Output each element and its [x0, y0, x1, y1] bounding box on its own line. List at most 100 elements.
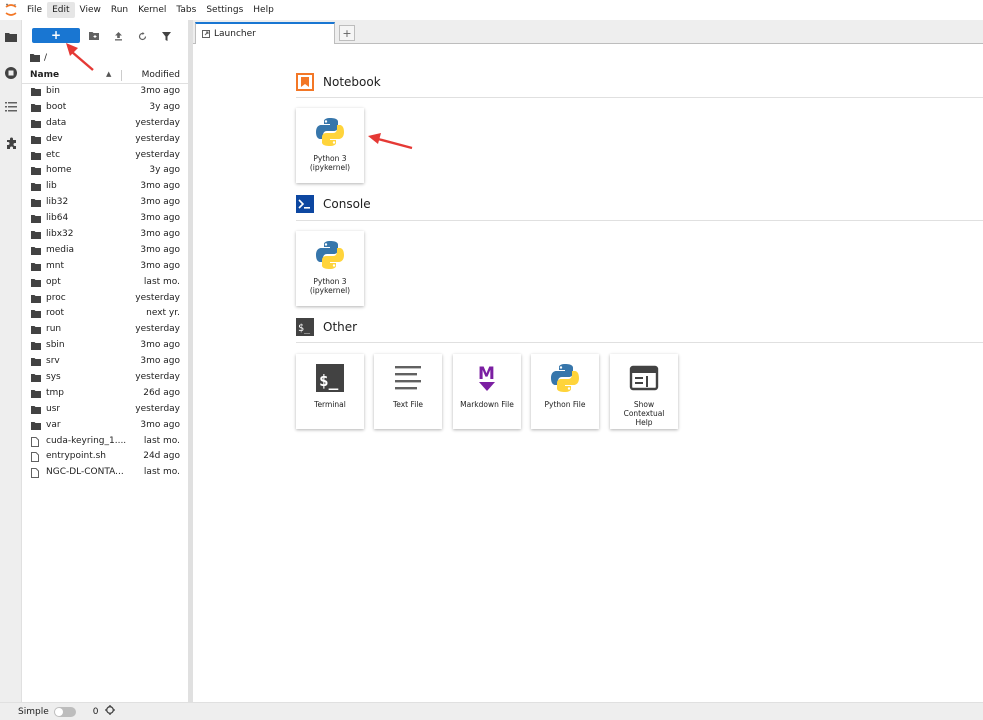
file-browser: + / Name ▲ Modified bin 3mo ago boot 3y ago…	[22, 20, 188, 702]
add-tab-button[interactable]: +	[339, 25, 355, 41]
menu-run[interactable]: Run	[106, 2, 133, 18]
file-name: mnt	[46, 260, 64, 271]
file-name: srv	[46, 356, 60, 367]
refresh-icon[interactable]	[134, 28, 150, 44]
file-modified: last mo.	[143, 435, 180, 446]
file-list-row[interactable]: run yesterday	[22, 322, 188, 338]
tab-launcher[interactable]: Launcher	[195, 22, 335, 44]
filter-icon[interactable]	[158, 28, 174, 44]
file-icon	[31, 452, 39, 463]
file-list-row[interactable]: cuda-keyring_1.... last mo.	[22, 434, 188, 450]
folder-icon	[31, 231, 41, 240]
menu-file[interactable]: File	[22, 2, 47, 18]
file-list-row[interactable]: NGC-DL-CONTA... last mo.	[22, 465, 188, 481]
menu-help[interactable]: Help	[248, 2, 279, 18]
file-list-row[interactable]: usr yesterday	[22, 402, 188, 418]
contextual-help-icon	[628, 362, 660, 394]
file-list-row[interactable]: lib32 3mo ago	[22, 195, 188, 211]
launcher-panel: Notebook Python 3 (ipykernel) Console Py…	[193, 44, 983, 702]
breadcrumb-folder-icon[interactable]	[30, 54, 40, 62]
python-icon	[314, 116, 346, 148]
breadcrumb-path[interactable]: /	[44, 53, 47, 63]
menu-settings[interactable]: Settings	[201, 2, 248, 18]
console-section-label: Console	[323, 197, 371, 211]
file-name: proc	[46, 292, 66, 303]
menu-view[interactable]: View	[75, 2, 106, 18]
card-label: Markdown File	[460, 400, 514, 409]
file-list-row[interactable]: srv 3mo ago	[22, 354, 188, 370]
name-column-header[interactable]: Name	[30, 70, 59, 80]
file-list-row[interactable]: opt last mo.	[22, 275, 188, 291]
file-name: boot	[46, 101, 67, 112]
toc-icon[interactable]	[0, 96, 22, 118]
other-section-title: $_ Other	[296, 318, 357, 336]
file-list-row[interactable]: tmp 26d ago	[22, 386, 188, 402]
new-launcher-button[interactable]: +	[32, 28, 80, 43]
python3-notebook-card[interactable]: Python 3 (ipykernel)	[296, 108, 364, 183]
file-list-row[interactable]: bin 3mo ago	[22, 84, 188, 100]
file-name: libx32	[46, 229, 74, 240]
file-modified: last mo.	[143, 276, 180, 287]
file-list-row[interactable]: sys yesterday	[22, 370, 188, 386]
menu-edit[interactable]: Edit	[47, 2, 75, 18]
terminal-card[interactable]: $_ Terminal	[296, 354, 364, 429]
file-list-row[interactable]: dev yesterday	[22, 132, 188, 148]
file-name: var	[46, 419, 61, 430]
file-list-row[interactable]: libx32 3mo ago	[22, 227, 188, 243]
file-list-row[interactable]: boot 3y ago	[22, 100, 188, 116]
new-folder-icon[interactable]	[86, 28, 102, 44]
file-list-row[interactable]: mnt 3mo ago	[22, 259, 188, 275]
running-icon[interactable]	[0, 62, 22, 84]
simple-mode-toggle[interactable]	[53, 706, 76, 717]
menu-kernel[interactable]: Kernel	[133, 2, 171, 18]
kernel-status-icon[interactable]	[105, 705, 116, 718]
file-modified: 3mo ago	[140, 213, 180, 224]
folder-icon	[31, 183, 41, 192]
file-name: data	[46, 117, 67, 128]
file-list-row[interactable]: lib 3mo ago	[22, 179, 188, 195]
menu-tabs[interactable]: Tabs	[171, 2, 201, 18]
file-list-row[interactable]: lib64 3mo ago	[22, 211, 188, 227]
breadcrumb: /	[30, 52, 47, 64]
file-modified: 3y ago	[149, 165, 180, 176]
python3-console-card[interactable]: Python 3 (ipykernel)	[296, 231, 364, 306]
file-name: dev	[46, 133, 63, 144]
file-list-row[interactable]: media 3mo ago	[22, 243, 188, 259]
python-file-card[interactable]: Python File	[531, 354, 599, 429]
folder-icon[interactable]	[0, 26, 22, 48]
card-label: Python File	[544, 400, 586, 409]
card-label: Python 3 (ipykernel)	[309, 154, 351, 172]
file-list-row[interactable]: var 3mo ago	[22, 418, 188, 434]
file-list-row[interactable]: root next yr.	[22, 306, 188, 322]
folder-icon	[31, 103, 41, 112]
file-modified: yesterday	[135, 149, 180, 160]
text-file-card[interactable]: Text File	[374, 354, 442, 429]
file-modified: yesterday	[135, 372, 180, 383]
modified-column-header[interactable]: Modified	[142, 70, 180, 80]
file-list-header: Name ▲ Modified	[22, 68, 188, 84]
file-modified: 3mo ago	[140, 86, 180, 96]
other-section-label: Other	[323, 320, 358, 334]
tab-bar: Launcher +	[193, 20, 983, 44]
kernel-count[interactable]: 0	[93, 707, 99, 717]
column-divider[interactable]	[121, 70, 122, 81]
status-bar: Simple 0	[0, 702, 983, 720]
file-list-row[interactable]: entrypoint.sh 24d ago	[22, 449, 188, 465]
extension-icon[interactable]	[0, 132, 22, 154]
file-list-row[interactable]: proc yesterday	[22, 291, 188, 307]
file-name: bin	[46, 86, 60, 96]
card-label: Python 3 (ipykernel)	[309, 277, 351, 295]
upload-icon[interactable]	[110, 28, 126, 44]
file-modified: 26d ago	[143, 387, 180, 398]
file-modified: 3mo ago	[140, 229, 180, 240]
file-list-row[interactable]: data yesterday	[22, 116, 188, 132]
file-list-row[interactable]: home 3y ago	[22, 163, 188, 179]
markdown-file-card[interactable]: M Markdown File	[453, 354, 521, 429]
contextual-help-card[interactable]: Show Contextual Help	[610, 354, 678, 429]
file-list-row[interactable]: sbin 3mo ago	[22, 338, 188, 354]
file-modified: yesterday	[135, 403, 180, 414]
file-modified: 3mo ago	[140, 244, 180, 255]
sort-ascending-icon: ▲	[106, 70, 112, 78]
file-modified: 3mo ago	[140, 260, 180, 271]
file-list-row[interactable]: etc yesterday	[22, 148, 188, 164]
